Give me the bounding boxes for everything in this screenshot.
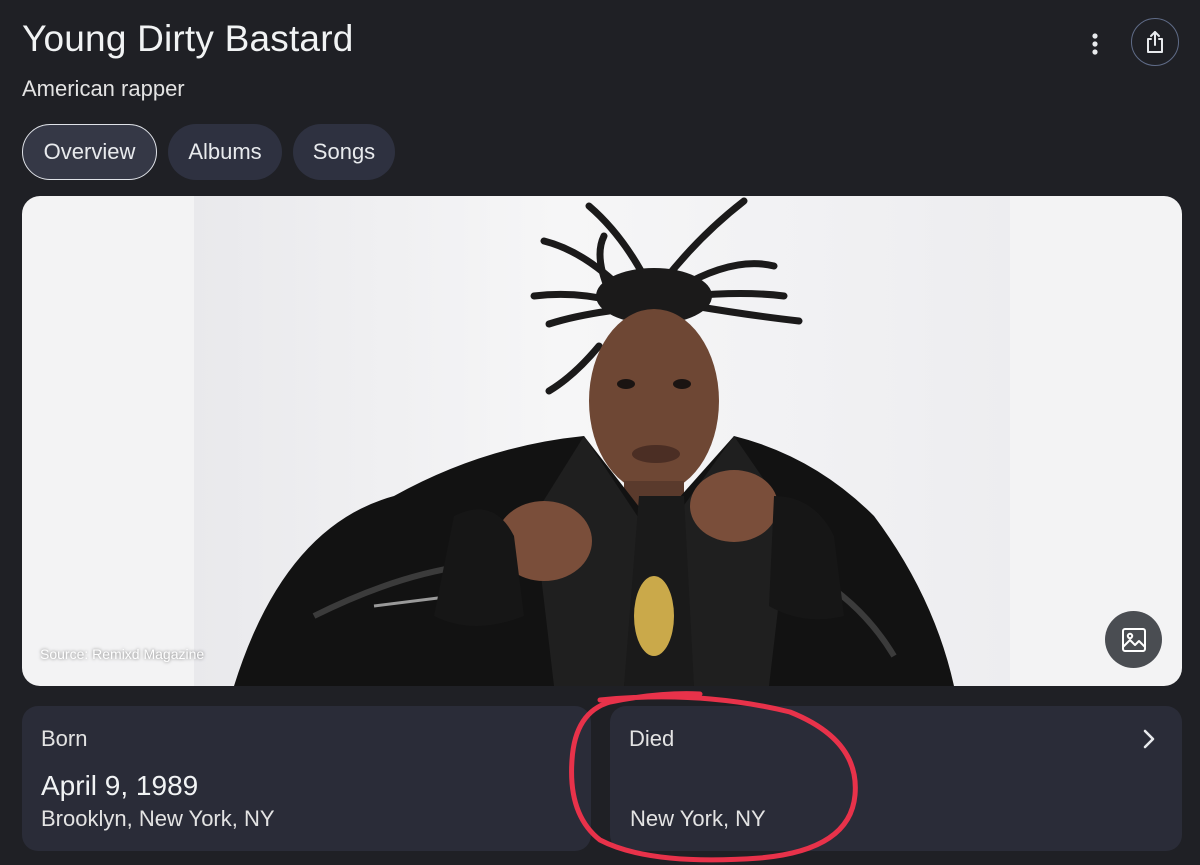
tab-overview[interactable]: Overview — [22, 124, 157, 180]
born-label: Born — [41, 726, 88, 751]
entity-photo[interactable]: Source: Remixd Magazine — [22, 196, 1182, 686]
image-icon — [1121, 627, 1146, 652]
entity-tabs: Overview Albums Songs — [22, 124, 395, 180]
share-button[interactable] — [1131, 18, 1179, 66]
view-images-button[interactable] — [1105, 611, 1162, 668]
rapper-portrait — [234, 197, 954, 686]
born-date: April 9, 1989 — [41, 770, 199, 801]
entity-subtitle: American rapper — [22, 76, 185, 101]
entity-title: Young Dirty Bastard — [22, 18, 354, 59]
born-place: Brooklyn, New York, NY — [41, 806, 275, 831]
share-icon — [1147, 31, 1163, 53]
tab-albums[interactable]: Albums — [168, 124, 282, 180]
died-card[interactable]: Died New York, NY — [610, 706, 1182, 851]
more-vert-icon — [1092, 33, 1098, 55]
tab-songs[interactable]: Songs — [293, 124, 395, 180]
photo-source-caption: Source: Remixd Magazine — [40, 646, 205, 662]
died-label: Died — [629, 726, 675, 751]
born-card: Born April 9, 1989 Brooklyn, New York, N… — [22, 706, 591, 851]
more-options-button[interactable] — [1080, 29, 1110, 59]
died-place: New York, NY — [630, 806, 766, 831]
chevron-right-icon — [1143, 729, 1155, 749]
